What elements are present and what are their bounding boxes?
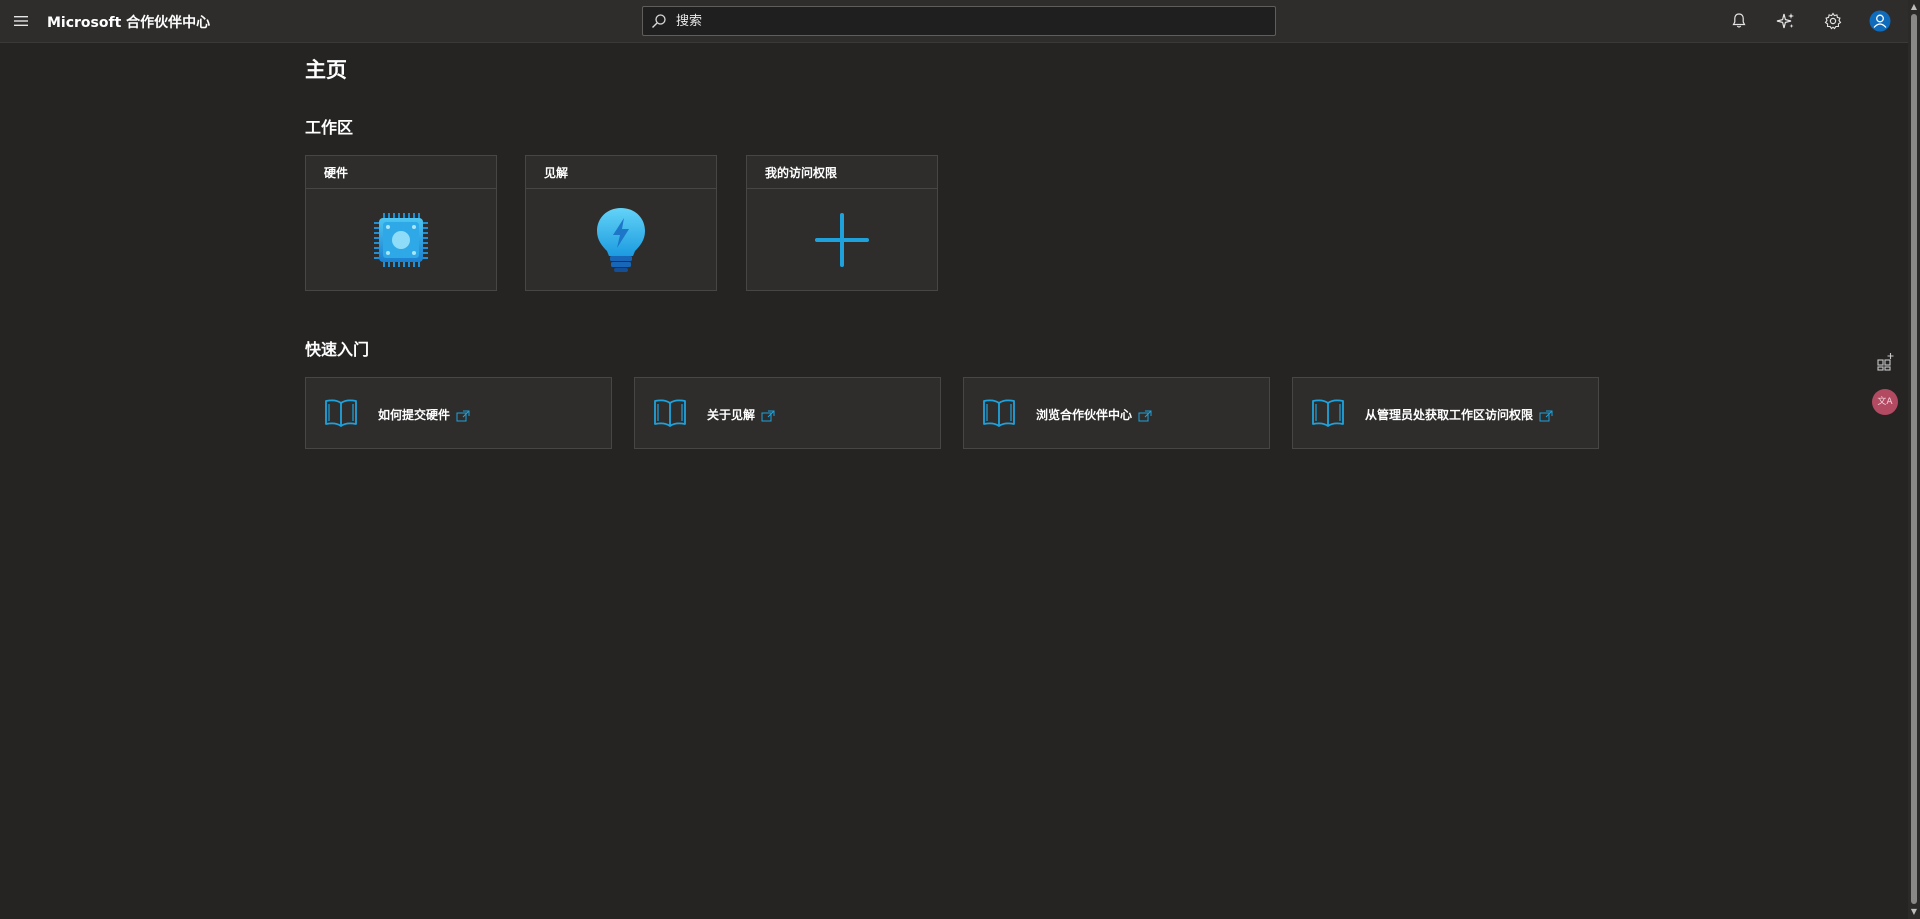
- workspaces-heading: 工作区: [305, 118, 354, 137]
- hamburger-icon[interactable]: [11, 11, 31, 31]
- book-icon: [1312, 399, 1344, 427]
- scroll-up-icon[interactable]: ▲: [1908, 1, 1920, 13]
- lightbulb-icon: [597, 207, 645, 272]
- top-header: Microsoft 合作伙伴中心: [0, 0, 1908, 43]
- search-input[interactable]: [674, 10, 1264, 32]
- vertical-scrollbar[interactable]: ▲ ▼: [1908, 0, 1920, 919]
- plus-icon: [815, 212, 869, 267]
- avatar-icon[interactable]: [1869, 10, 1891, 32]
- book-icon: [654, 399, 686, 427]
- book-icon: [325, 399, 357, 427]
- external-link-icon: [456, 410, 470, 421]
- quickstart-heading: 快速入门: [305, 340, 370, 359]
- quick-link-label: 如何提交硬件: [378, 406, 470, 423]
- scroll-down-icon[interactable]: ▼: [1908, 906, 1920, 918]
- tile-title: 我的访问权限: [747, 156, 937, 189]
- quick-link-submit-hardware[interactable]: 如何提交硬件: [305, 377, 612, 449]
- app-title[interactable]: Microsoft 合作伙伴中心: [47, 12, 210, 32]
- book-icon: [983, 399, 1015, 427]
- page-title: 主页: [305, 58, 347, 82]
- workspace-tile-hardware[interactable]: 硬件: [305, 155, 497, 291]
- workspace-tile-insights[interactable]: 见解: [525, 155, 717, 291]
- scroll-thumb[interactable]: [1911, 14, 1917, 904]
- external-link-icon: [761, 410, 775, 421]
- external-link-icon: [1539, 410, 1553, 421]
- workspace-tile-my-access[interactable]: 我的访问权限: [746, 155, 938, 291]
- chip-icon: [374, 212, 428, 267]
- tile-title: 见解: [526, 156, 716, 189]
- quick-link-label: 从管理员处获取工作区访问权限: [1365, 406, 1553, 423]
- quick-link-get-workspace-access[interactable]: 从管理员处获取工作区访问权限: [1292, 377, 1599, 449]
- external-link-icon: [1138, 410, 1152, 421]
- bell-icon[interactable]: [1728, 10, 1750, 32]
- quick-link-label: 关于见解: [707, 406, 775, 423]
- search-box[interactable]: [642, 6, 1276, 36]
- copilot-sparkle-icon[interactable]: [1775, 10, 1797, 32]
- tile-title: 硬件: [306, 156, 496, 189]
- quick-link-browse-partner-center[interactable]: 浏览合作伙伴中心: [963, 377, 1270, 449]
- quick-link-about-insights[interactable]: 关于见解: [634, 377, 941, 449]
- translate-button[interactable]: 文A: [1872, 389, 1898, 415]
- search-icon: [652, 14, 666, 28]
- gear-icon[interactable]: [1822, 10, 1844, 32]
- add-app-icon[interactable]: [1875, 351, 1895, 371]
- quick-link-label: 浏览合作伙伴中心: [1036, 406, 1152, 423]
